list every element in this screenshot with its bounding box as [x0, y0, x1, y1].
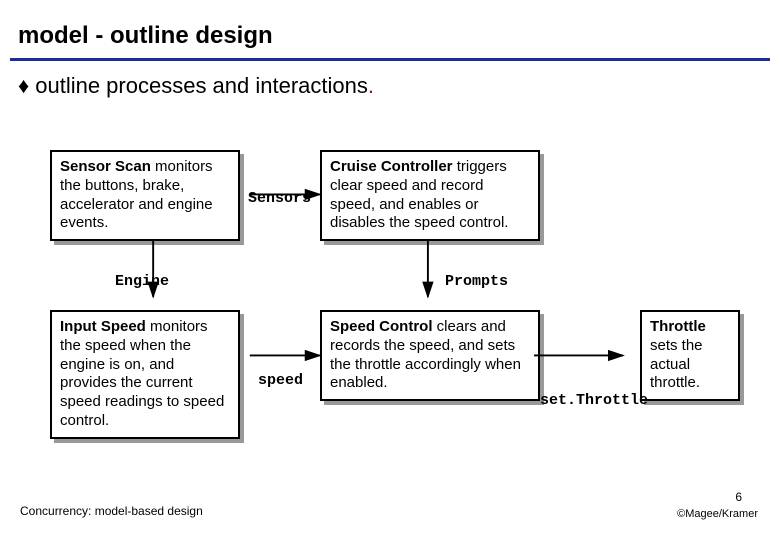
label-sensors: Sensors — [248, 190, 311, 207]
box-cruise-controller-title: Cruise Controller — [330, 158, 453, 175]
box-input-speed: Input Speed monitors the speed when the … — [50, 310, 240, 439]
diagram-canvas: Sensor Scan monitors the buttons, brake,… — [10, 130, 770, 490]
box-speed-control: Speed Control clears and records the spe… — [320, 310, 540, 401]
box-cruise-controller: Cruise Controller triggers clear speed a… — [320, 150, 540, 241]
bullet-period: . — [368, 73, 374, 98]
label-set-throttle: set.Throttle — [540, 392, 648, 409]
body-bullet: ♦outline processes and interactions. — [10, 61, 770, 107]
footer-copyright: ©Magee/Kramer — [677, 508, 758, 520]
bullet-text: outline processes and interactions — [35, 73, 368, 98]
slide-title: model - outline design — [10, 10, 770, 58]
box-throttle-body: sets the actual throttle. — [650, 337, 703, 392]
page-number: 6 — [735, 490, 742, 504]
box-throttle: Throttle sets the actual throttle. — [640, 310, 740, 401]
label-speed: speed — [258, 372, 303, 389]
bullet-diamond-icon: ♦ — [18, 73, 29, 98]
box-sensor-scan: Sensor Scan monitors the buttons, brake,… — [50, 150, 240, 241]
footer-left: Concurrency: model-based design — [20, 504, 203, 518]
box-throttle-title: Throttle — [650, 318, 706, 335]
box-speed-control-title: Speed Control — [330, 318, 433, 335]
label-prompts: Prompts — [445, 273, 508, 290]
label-engine: Engine — [115, 273, 169, 290]
box-input-speed-title: Input Speed — [60, 318, 146, 335]
box-sensor-scan-title: Sensor Scan — [60, 158, 151, 175]
